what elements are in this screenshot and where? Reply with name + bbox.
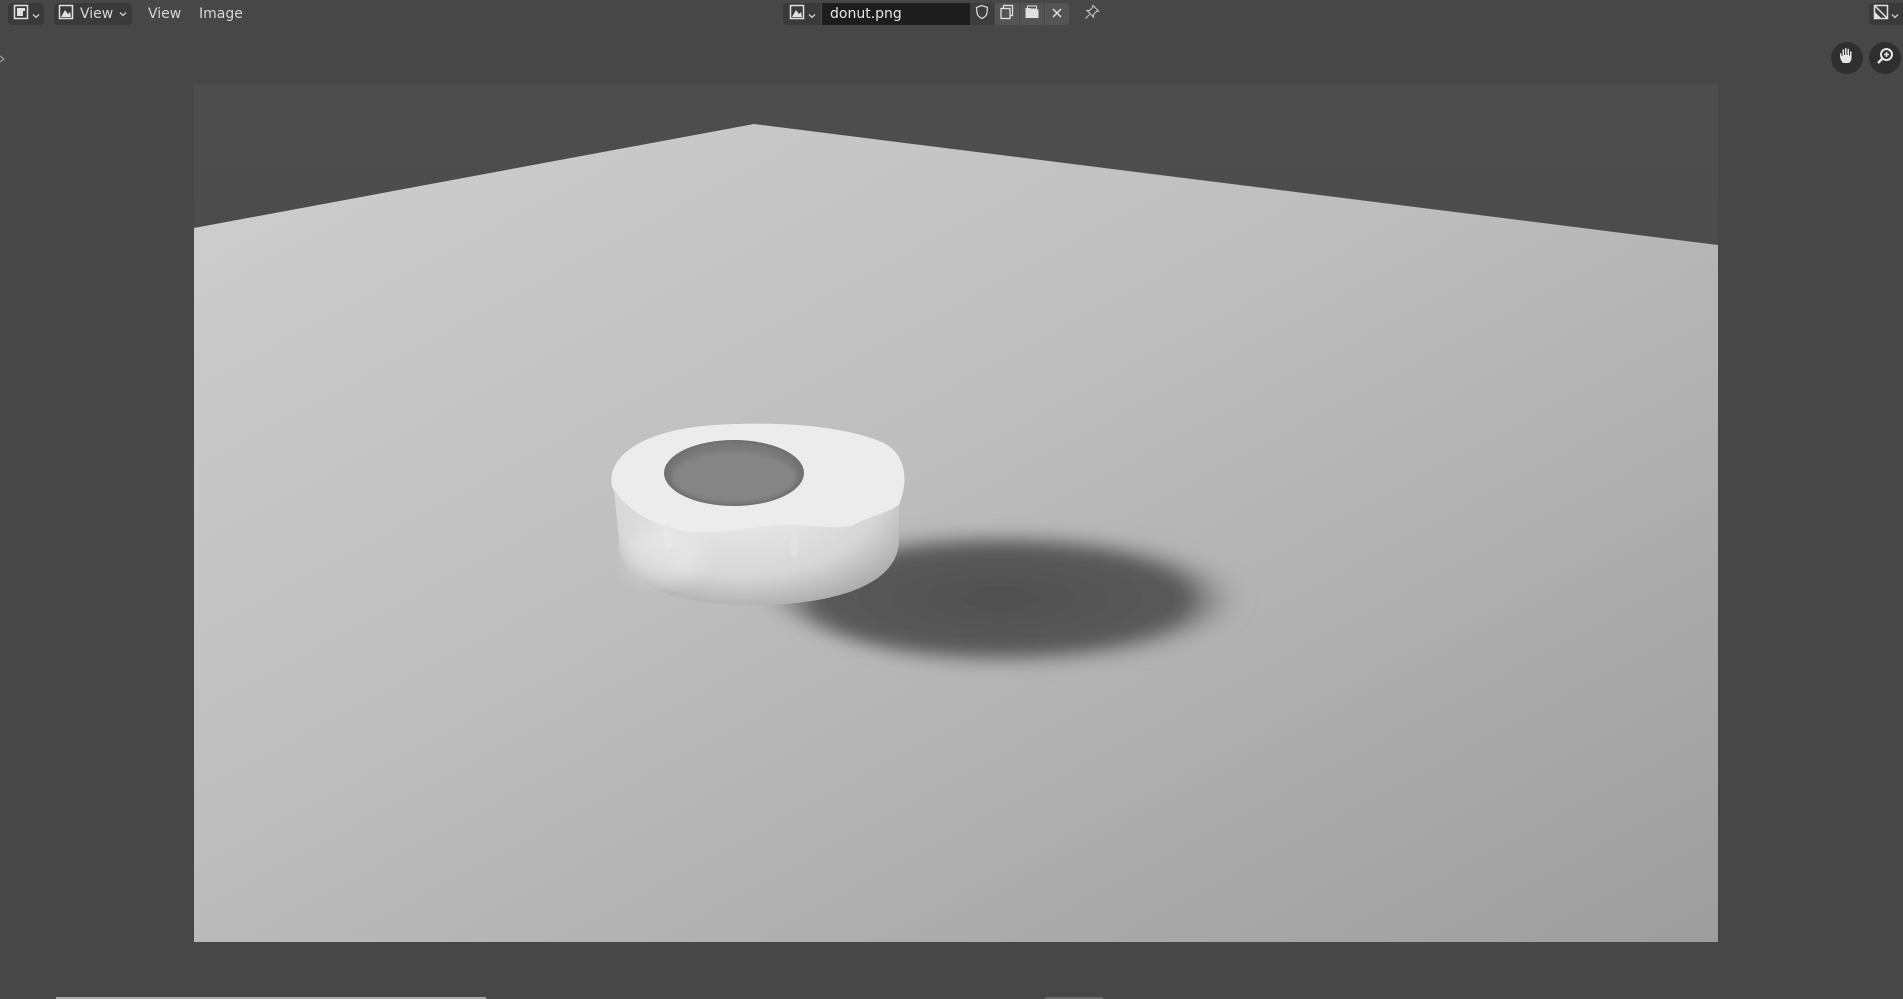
- hand-icon: [1837, 46, 1857, 70]
- zoom-view-button[interactable]: [1869, 42, 1901, 74]
- pin-button[interactable]: [1080, 3, 1104, 25]
- mode-label: View: [80, 6, 114, 22]
- pin-icon: [1084, 4, 1100, 24]
- zoom-icon: [1875, 46, 1895, 70]
- new-image-icon: [999, 4, 1015, 24]
- open-image-button[interactable]: [1020, 3, 1044, 25]
- editor-type-button[interactable]: [8, 3, 44, 25]
- editor-header: View View Image donut.png: [0, 0, 1903, 28]
- close-icon: [1050, 5, 1064, 24]
- chevron-down-icon: [808, 5, 816, 24]
- unlink-image-button[interactable]: [1045, 3, 1069, 25]
- overlay-gizmo-icon: [1873, 4, 1889, 24]
- pan-view-button[interactable]: [1831, 42, 1863, 74]
- chevron-down-icon: [119, 6, 127, 22]
- browse-image-button[interactable]: [783, 3, 821, 25]
- mode-dropdown[interactable]: View: [54, 3, 132, 25]
- image-icon: [58, 4, 74, 24]
- image-icon: [789, 4, 805, 24]
- overlay-dropdown[interactable]: [1869, 3, 1903, 25]
- menu-view[interactable]: View: [148, 3, 181, 25]
- fake-user-shield-icon: [974, 4, 990, 24]
- fake-user-button[interactable]: [970, 3, 994, 25]
- image-editor-icon: [13, 4, 29, 24]
- image-editor-window: View View Image donut.png: [0, 0, 1903, 999]
- menu-image[interactable]: Image: [199, 3, 243, 25]
- open-folder-icon: [1024, 4, 1040, 24]
- toolbar-expand-handle[interactable]: [0, 50, 6, 63]
- new-image-button[interactable]: [995, 3, 1019, 25]
- chevron-down-icon: [1891, 5, 1899, 24]
- rendered-image-canvas[interactable]: [194, 85, 1718, 942]
- image-name-field[interactable]: donut.png: [822, 3, 970, 25]
- chevron-down-icon: [32, 5, 40, 24]
